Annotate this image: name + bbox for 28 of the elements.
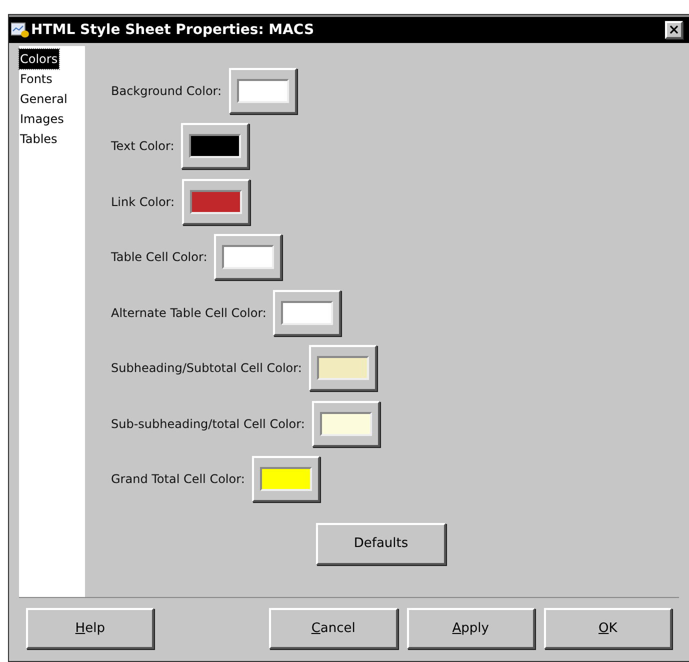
color-label: Text Color: — [111, 138, 174, 156]
dialog-button[interactable]: OK — [544, 608, 672, 649]
color-picker-button[interactable] — [312, 400, 380, 447]
color-picker-button[interactable] — [181, 123, 250, 170]
dialog-button[interactable]: Apply — [406, 608, 535, 649]
color-picker-button[interactable] — [308, 345, 377, 392]
color-label: Subheading/Subtotal Cell Color: — [111, 360, 302, 378]
color-label: Link Color: — [111, 194, 175, 211]
color-label: Grand Total Cell Color: — [111, 471, 245, 488]
sidebar-item[interactable]: Colors — [19, 49, 59, 69]
color-label: Table Cell Color: — [111, 249, 208, 266]
dialog-button[interactable]: Cancel — [269, 608, 398, 649]
color-picker-button[interactable] — [273, 290, 342, 336]
sidebar-item[interactable]: General — [19, 89, 68, 109]
window-title: HTML Style Sheet Properties: MACS — [31, 20, 316, 40]
color-label: Sub-subheading/total Cell Color: — [111, 416, 305, 433]
sidebar-item[interactable]: Images — [19, 109, 65, 129]
color-picker-button[interactable] — [252, 456, 320, 502]
defaults-button[interactable]: Defaults — [316, 523, 446, 565]
color-label: Alternate Table Cell Color: — [111, 304, 266, 322]
color-picker-button[interactable] — [214, 234, 282, 280]
sidebar-item[interactable]: Tables — [19, 129, 58, 149]
color-picker-button[interactable] — [182, 178, 250, 225]
color-picker-button[interactable] — [228, 68, 297, 114]
sidebar-item[interactable]: Fonts — [19, 69, 54, 89]
close-button[interactable]: × — [665, 21, 683, 39]
dialog-button[interactable]: Help — [26, 608, 154, 649]
color-label: Background Color: — [111, 82, 222, 100]
